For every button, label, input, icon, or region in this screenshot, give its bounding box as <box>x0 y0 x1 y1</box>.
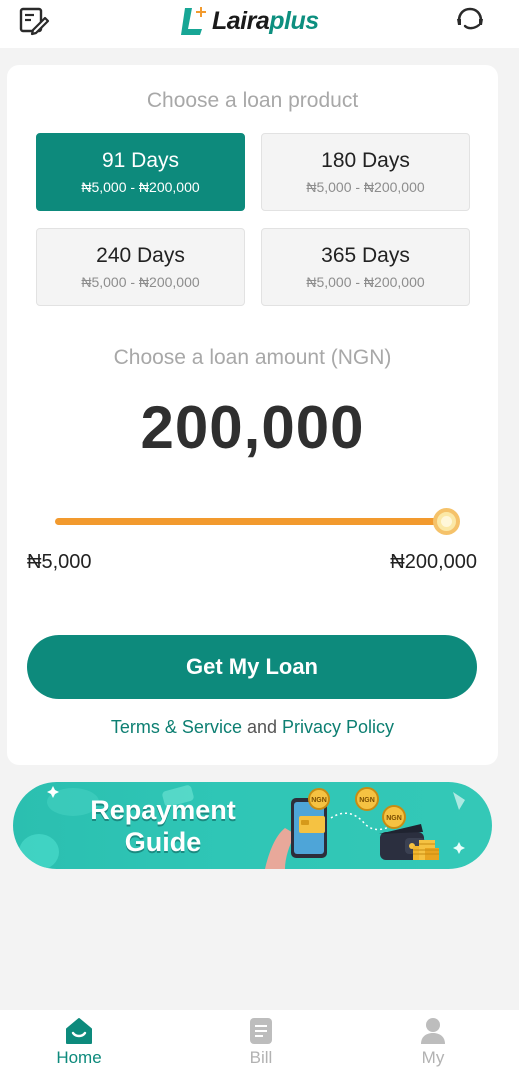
product-days: 180 Days <box>321 149 410 172</box>
brand-name-part2: plus <box>269 6 319 35</box>
edit-icon[interactable] <box>18 4 50 36</box>
amount-section-title: Choose a loan amount (NGN) <box>113 346 392 369</box>
brand-logo: Lairaplus <box>180 2 319 40</box>
coin-label: NGN <box>359 797 375 804</box>
loan-amount-value: 200,000 <box>140 394 365 461</box>
legal-links: Terms & Service and Privacy Policy <box>7 717 498 738</box>
coin-label: NGN <box>386 815 402 822</box>
nav-item-bill[interactable]: Bill <box>211 1016 311 1068</box>
top-bar: Lairaplus <box>0 0 519 48</box>
bill-icon <box>250 1018 272 1044</box>
customer-service-icon[interactable] <box>453 4 487 36</box>
coin-label: NGN <box>311 797 327 804</box>
brand-name: Lairaplus <box>212 7 319 36</box>
amount-slider-track[interactable] <box>55 518 447 525</box>
legal-and-text: and <box>246 717 278 737</box>
nav-label-home: Home <box>56 1048 102 1067</box>
repayment-guide-banner[interactable]: NGN NGN NGN Repayment Guide <box>13 782 492 869</box>
slider-max-label: ₦200,000 <box>390 551 477 573</box>
loan-card: Choose a loan product 91 Days ₦5,000 - ₦… <box>7 65 498 765</box>
product-section-title: Choose a loan product <box>146 89 359 112</box>
profile-icon <box>421 1018 445 1044</box>
amount-slider-handle[interactable] <box>433 508 460 535</box>
get-loan-button[interactable]: Get My Loan <box>27 635 477 699</box>
privacy-link[interactable]: Privacy Policy <box>282 717 394 737</box>
product-range: ₦5,000 - ₦200,000 <box>306 179 425 195</box>
bottom-navigation: Home Bill My <box>0 1010 519 1080</box>
product-range: ₦5,000 - ₦200,000 <box>306 274 425 290</box>
home-icon <box>66 1018 92 1044</box>
banner-title-line2: Guide <box>124 827 202 857</box>
banner-title-line1: Repayment <box>90 795 236 825</box>
banner-title: Repayment Guide <box>73 794 253 858</box>
terms-link[interactable]: Terms & Service <box>111 717 242 737</box>
product-range: ₦5,000 - ₦200,000 <box>81 179 200 195</box>
product-days: 91 Days <box>101 149 180 172</box>
loan-product-option[interactable]: 365 Days ₦5,000 - ₦200,000 <box>261 228 470 306</box>
loan-product-option[interactable]: 91 Days ₦5,000 - ₦200,000 <box>36 133 245 211</box>
product-days: 365 Days <box>321 244 410 267</box>
nav-item-my[interactable]: My <box>383 1016 483 1068</box>
loan-product-option[interactable]: 180 Days ₦5,000 - ₦200,000 <box>261 133 470 211</box>
slider-min-label: ₦5,000 <box>27 551 92 573</box>
nav-label-bill: Bill <box>249 1048 273 1067</box>
product-days: 240 Days <box>96 244 185 267</box>
loan-product-option[interactable]: 240 Days ₦5,000 - ₦200,000 <box>36 228 245 306</box>
logo-mark-icon <box>180 5 210 37</box>
nav-item-home[interactable]: Home <box>29 1016 129 1068</box>
nav-label-my: My <box>421 1048 445 1067</box>
product-range: ₦5,000 - ₦200,000 <box>81 274 200 290</box>
brand-name-part1: Laira <box>212 6 270 35</box>
